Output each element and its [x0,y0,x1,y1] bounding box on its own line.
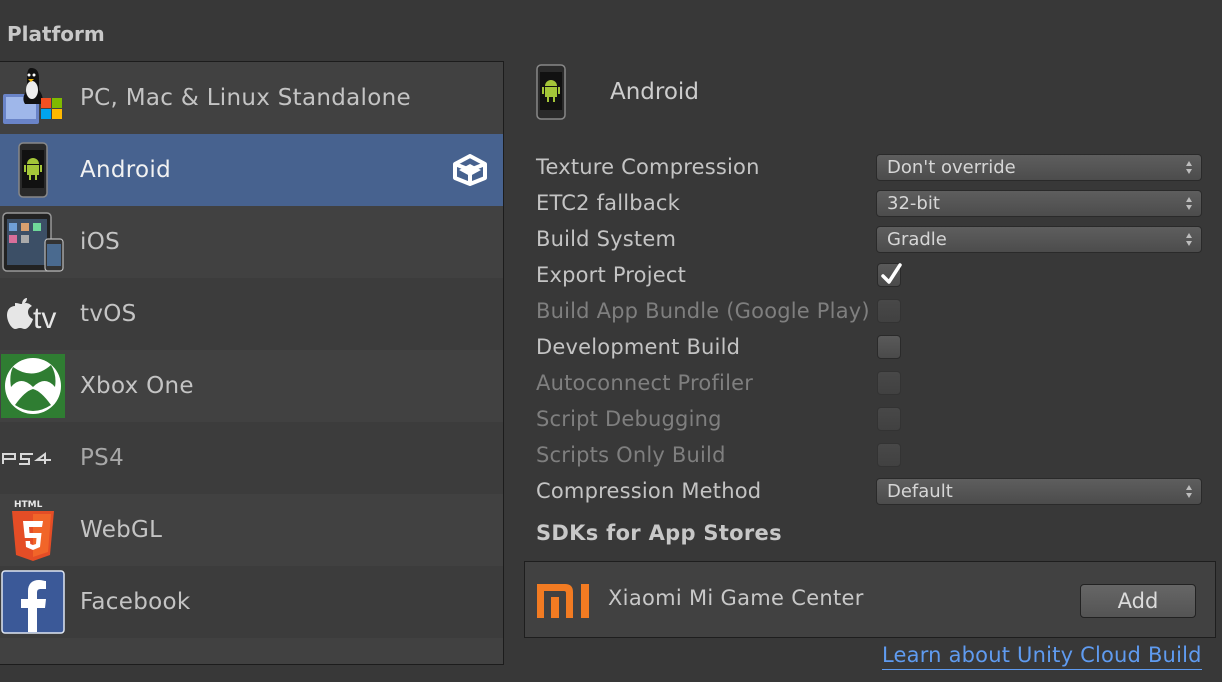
dropdown-value: Don't override [887,157,1016,178]
selected-platform-title: Android [610,79,699,105]
sdks-heading: SDKs for App Stores [536,521,782,545]
selected-platform-header: Android [536,62,699,122]
updown-arrows-icon [1186,197,1192,210]
setting-label: Compression Method [536,479,762,503]
script-debugging-checkbox[interactable] [877,407,901,431]
setting-scripts-only-build: Scripts Only Build [536,440,1206,470]
android-phone-icon [536,63,592,121]
dropdown-value: Default [887,481,953,502]
setting-texture-compression: Texture Compression Don't override [536,152,1206,182]
svg-text:tv: tv [33,302,56,334]
development-build-checkbox[interactable] [877,335,901,359]
platform-label: PC, Mac & Linux Standalone [80,85,411,111]
platform-item-xbox-one[interactable]: Xbox One [0,350,503,422]
platform-label: Android [80,157,172,183]
setting-script-debugging: Script Debugging [536,404,1206,434]
setting-etc2-fallback: ETC2 fallback 32-bit [536,188,1206,218]
setting-label: Build App Bundle (Google Play) [536,299,870,323]
setting-label: Texture Compression [536,155,760,179]
setting-build-system: Build System Gradle [536,224,1206,254]
setting-label: Autoconnect Profiler [536,371,754,395]
apple-tv-icon: tv [0,278,66,350]
platform-item-tvos[interactable]: tv tvOS [0,278,503,350]
xiaomi-mi-icon [537,584,591,622]
platform-label: iOS [80,229,120,255]
build-system-dropdown[interactable]: Gradle [876,226,1202,253]
dropdown-value: 32-bit [887,193,940,214]
updown-arrows-icon [1186,161,1192,174]
platform-label: tvOS [80,301,137,327]
sdk-list-item: Xiaomi Mi Game Center Add [524,561,1216,638]
platform-list: PC, Mac & Linux Standalone Android iOS t… [0,61,504,665]
setting-development-build: Development Build [536,332,1206,362]
svg-text:HTML: HTML [14,500,43,510]
setting-label: ETC2 fallback [536,191,681,215]
autoconnect-profiler-checkbox[interactable] [877,371,901,395]
sdk-name: Xiaomi Mi Game Center [608,586,864,610]
platform-item-android[interactable]: Android [0,134,503,206]
ps4-icon [0,422,66,494]
setting-compression-method: Compression Method Default [536,476,1206,506]
unity-logo-icon [451,154,489,190]
platform-item-standalone[interactable]: PC, Mac & Linux Standalone [0,62,503,134]
dropdown-value: Gradle [887,229,947,250]
build-settings-window: Platform PC, Mac & Linux Standalone Andr… [0,0,1222,682]
platform-label: Xbox One [80,373,194,399]
platform-label: WebGL [80,517,163,543]
checkmark-icon [881,263,902,284]
add-sdk-button[interactable]: Add [1080,584,1196,618]
export-project-checkbox[interactable] [877,263,902,287]
compression-method-dropdown[interactable]: Default [876,478,1202,505]
texture-compression-dropdown[interactable]: Don't override [876,154,1202,181]
platform-item-webgl[interactable]: HTML WebGL [0,494,503,566]
ios-devices-icon [0,206,66,278]
platform-label: PS4 [80,445,125,471]
setting-label: Development Build [536,335,741,359]
setting-autoconnect-profiler: Autoconnect Profiler [536,368,1206,398]
setting-label: Scripts Only Build [536,443,726,467]
platform-item-facebook[interactable]: Facebook [0,566,503,638]
standalone-icon [0,62,66,134]
etc2-fallback-dropdown[interactable]: 32-bit [876,190,1202,217]
setting-label: Build System [536,227,677,251]
facebook-icon [0,566,66,638]
setting-build-app-bundle: Build App Bundle (Google Play) [536,296,1206,326]
updown-arrows-icon [1186,233,1192,246]
cloud-build-link[interactable]: Learn about Unity Cloud Build [882,643,1202,670]
platform-label: Facebook [80,589,191,615]
platform-item-ios[interactable]: iOS [0,206,503,278]
platform-heading: Platform [7,22,105,46]
platform-item-ps4[interactable]: PS4 [0,422,503,494]
android-phone-icon [0,134,66,206]
setting-label: Script Debugging [536,407,722,431]
scripts-only-build-checkbox[interactable] [877,443,901,467]
html5-icon: HTML [0,494,66,566]
setting-label: Export Project [536,263,687,287]
updown-arrows-icon [1186,485,1192,498]
setting-export-project: Export Project [536,260,1206,290]
xbox-icon [0,350,66,422]
build-app-bundle-checkbox[interactable] [877,299,901,323]
